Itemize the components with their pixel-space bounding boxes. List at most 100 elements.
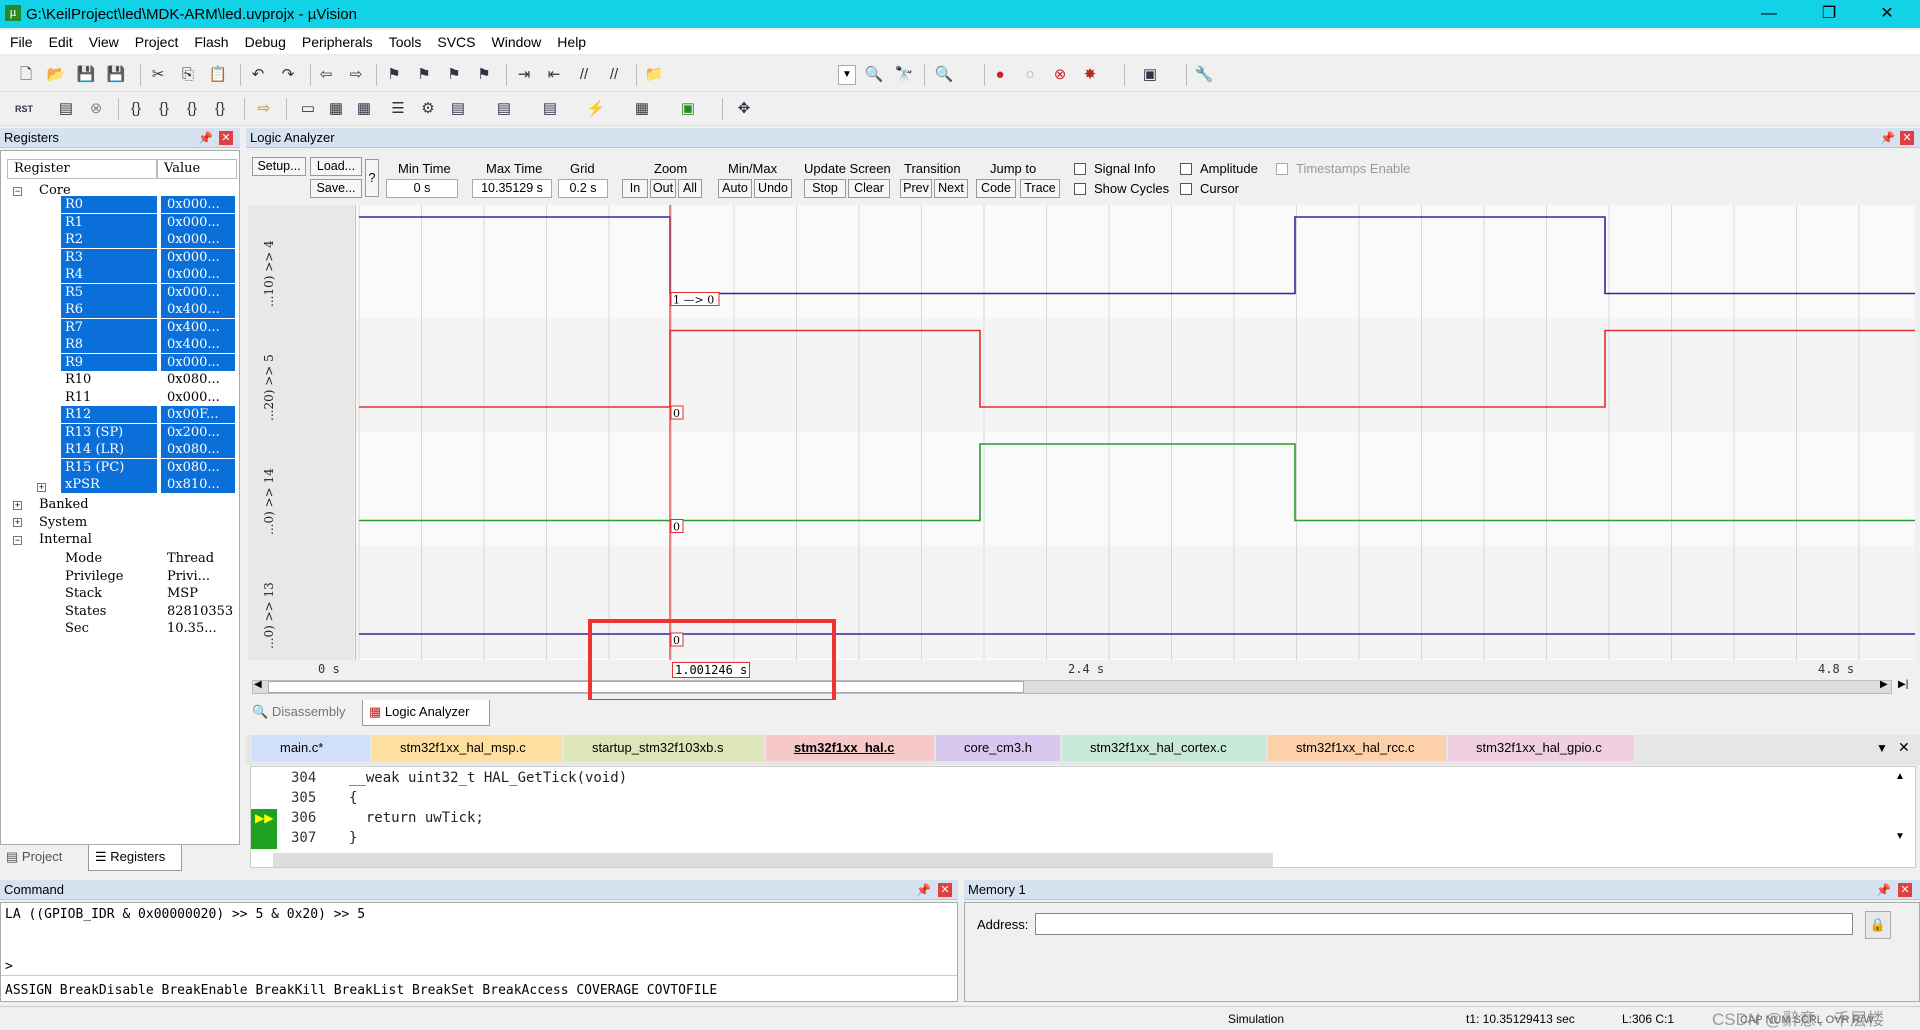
register-row[interactable]: R11 0x000... — [1, 389, 241, 407]
nav-back-icon[interactable]: ⇦ — [316, 65, 336, 85]
register-value[interactable]: Privi... — [161, 568, 235, 585]
register-row[interactable]: R13 (SP) 0x200... — [1, 423, 241, 442]
tab-logic-analyzer[interactable]: ▦ Logic Analyzer — [362, 700, 490, 726]
step-icon[interactable]: {} — [126, 99, 146, 119]
menu-debug[interactable]: Debug — [237, 34, 294, 50]
debug-session-icon[interactable]: 🔍 — [934, 65, 954, 85]
undo-icon[interactable]: ↶ — [248, 65, 268, 85]
incremental-find-icon[interactable]: 🔭 — [894, 65, 914, 85]
register-value[interactable]: 0x000... — [161, 248, 235, 266]
open-file-icon[interactable]: 📂 — [46, 65, 66, 85]
register-value[interactable]: Thread — [161, 550, 235, 567]
close-icon[interactable]: ✕ — [1900, 131, 1914, 145]
register-value[interactable]: 0x000... — [161, 266, 235, 283]
register-value[interactable]: 82810353 — [161, 603, 235, 620]
disable-all-breakpoints-icon[interactable]: ⊗ — [1050, 65, 1070, 85]
show-cycles-checkbox[interactable] — [1074, 183, 1086, 195]
register-row[interactable]: R8 0x400... — [1, 336, 241, 354]
register-row[interactable]: R7 0x400... — [1, 318, 241, 337]
command-window-icon[interactable]: ▭ — [298, 99, 318, 119]
trace-window-icon[interactable]: ▦ — [632, 99, 652, 119]
signal-info-checkbox[interactable] — [1074, 163, 1086, 175]
find-icon[interactable]: 🔍 — [864, 65, 884, 85]
system-viewer-icon[interactable]: ▣ — [678, 99, 698, 119]
analysis-window-icon[interactable]: ⚡ — [586, 99, 606, 119]
menu-peripherals[interactable]: Peripherals — [294, 34, 381, 50]
code-line[interactable]: return uwTick; — [349, 810, 484, 826]
stop-button[interactable]: Stop — [804, 179, 846, 198]
comment-icon[interactable]: // — [574, 65, 594, 85]
scroll-end-icon[interactable]: ▶| — [1898, 679, 1908, 690]
register-value[interactable]: 0x080... — [161, 441, 235, 458]
load-button[interactable]: Load... — [310, 157, 362, 176]
save-button[interactable]: Save... — [310, 179, 362, 198]
register-value[interactable]: MSP — [161, 585, 235, 602]
call-stack-icon[interactable]: ⚙ — [418, 99, 438, 119]
scroll-up-icon[interactable]: ▲ — [1895, 771, 1905, 782]
tab-list-icon[interactable]: ▼ — [1876, 741, 1888, 755]
close-icon[interactable]: ✕ — [938, 883, 952, 897]
editor-scrollbar[interactable] — [273, 853, 1273, 867]
lock-icon[interactable]: 🔒 — [1865, 911, 1891, 939]
find-combo[interactable]: ▼ — [838, 65, 856, 85]
register-value[interactable]: 0x810... — [161, 476, 235, 493]
setup-button[interactable]: Setup... — [252, 157, 306, 176]
menu-edit[interactable]: Edit — [41, 34, 81, 50]
disassembly-window-icon[interactable]: ▦ — [326, 99, 346, 119]
help-button[interactable]: ? — [365, 159, 379, 197]
register-row[interactable]: R14 (LR) 0x080... — [1, 441, 241, 459]
copy-icon[interactable]: ⎘ — [178, 65, 198, 85]
undo-button[interactable]: Undo — [754, 179, 792, 198]
next-button[interactable]: Next — [934, 179, 968, 198]
minimize-button[interactable]: — — [1746, 0, 1792, 28]
run-to-cursor-icon[interactable]: {} — [210, 99, 230, 119]
signal-label[interactable]: ...10) >> 4 — [262, 207, 282, 307]
file-tab[interactable]: main.c* — [252, 735, 370, 761]
amplitude-checkbox[interactable] — [1180, 163, 1192, 175]
register-value[interactable]: 0x000... — [161, 213, 235, 231]
register-value[interactable]: 10.35... — [161, 620, 235, 637]
register-value[interactable]: 0x200... — [161, 423, 235, 441]
tab-disassembly[interactable]: 🔍 Disassembly — [252, 704, 346, 720]
bookmark-icon[interactable]: ⚑ — [384, 65, 404, 85]
close-icon[interactable]: ✕ — [219, 131, 233, 145]
code-line[interactable]: __weak uint32_t HAL_GetTick(void) — [349, 770, 627, 786]
clear-bookmarks-icon[interactable]: ⚑ — [474, 65, 494, 85]
pin-icon[interactable]: 📌 — [1876, 880, 1891, 900]
timestamps-checkbox[interactable] — [1276, 163, 1288, 175]
tab-project[interactable]: ▤ Project — [6, 849, 62, 865]
nav-forward-icon[interactable]: ⇨ — [346, 65, 366, 85]
menu-window[interactable]: Window — [484, 34, 550, 50]
register-value[interactable]: 0x000... — [161, 231, 235, 248]
waveform-plot[interactable]: 101 —> 0100100100 — [355, 205, 1915, 660]
configure-icon[interactable]: 🔧 — [1194, 65, 1214, 85]
code-line[interactable]: { — [349, 790, 357, 806]
toolbox-icon[interactable]: ✥ — [734, 99, 754, 119]
redo-icon[interactable]: ↷ — [278, 65, 298, 85]
register-value[interactable]: 0x080... — [161, 371, 235, 388]
register-row[interactable]: Privilege Privi... — [1, 568, 241, 586]
reset-icon[interactable]: RST — [14, 99, 34, 119]
watch-window-icon[interactable]: ▤ — [448, 99, 468, 119]
menu-file[interactable]: File — [0, 34, 41, 50]
signal-label[interactable]: ...20) >> 5 — [262, 321, 282, 421]
close-icon[interactable]: ✕ — [1898, 883, 1912, 897]
register-row[interactable]: R10 0x080... — [1, 371, 241, 389]
maximize-button[interactable]: ❐ — [1806, 0, 1852, 28]
breakpoint-icon[interactable]: ● — [990, 65, 1010, 85]
zoom-in-button[interactable]: In — [622, 179, 648, 198]
prev-bookmark-icon[interactable]: ⚑ — [414, 65, 434, 85]
command-window[interactable]: LA ((GPIOB_IDR & 0x00000020) >> 5 & 0x20… — [0, 902, 958, 1002]
pin-icon[interactable]: 📌 — [1880, 128, 1895, 148]
register-row[interactable]: R6 0x400... — [1, 301, 241, 319]
find-in-files-icon[interactable]: 📁 — [644, 65, 664, 85]
register-row[interactable]: R0 0x000... — [1, 196, 241, 214]
clear-button[interactable]: Clear — [848, 179, 890, 198]
pin-icon[interactable]: 📌 — [916, 880, 931, 900]
prev-button[interactable]: Prev — [900, 179, 932, 198]
scroll-down-icon[interactable]: ▼ — [1895, 831, 1905, 842]
file-tab[interactable]: stm32f1xx_hal_cortex.c — [1062, 735, 1266, 761]
group-system[interactable]: System — [39, 515, 87, 530]
step-out-icon[interactable]: {} — [182, 99, 202, 119]
serial-window-icon[interactable]: ▤ — [540, 99, 560, 119]
